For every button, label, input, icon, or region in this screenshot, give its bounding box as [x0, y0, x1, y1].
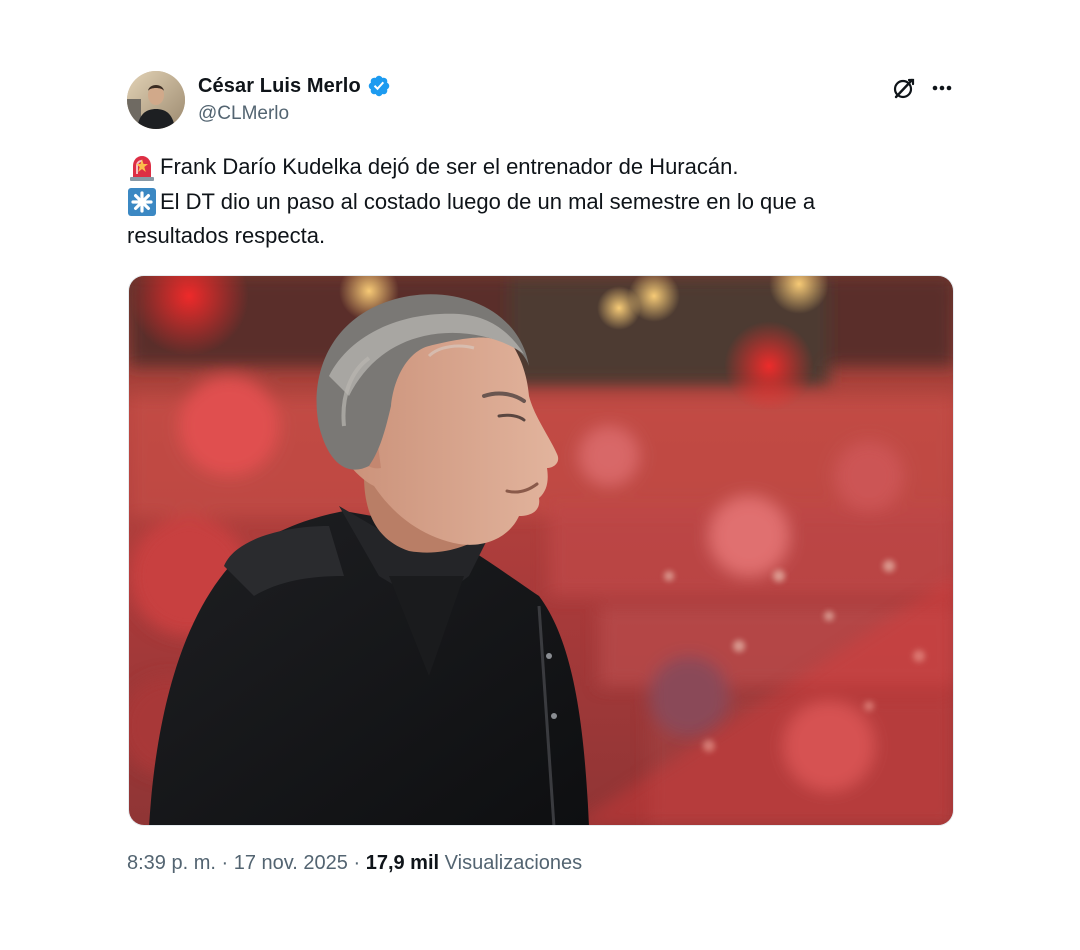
views-count: 17,9 mil — [365, 852, 440, 874]
meta-separator: · — [221, 852, 229, 874]
views-label: Visualizaciones — [444, 852, 583, 874]
eight-spoked-asterisk-icon — [128, 187, 156, 216]
tweet: César Luis Merlo @CLMerlo Frank Darío Ku… — [0, 0, 1080, 950]
rotating-light-icon — [130, 156, 154, 182]
grok-icon[interactable] — [890, 74, 918, 102]
tweet-time[interactable]: 8:39 p. m. — [127, 852, 216, 874]
verified-badge-icon — [368, 75, 390, 97]
photo — [129, 276, 953, 825]
meta-separator: · — [353, 852, 361, 874]
author-handle[interactable]: @CLMerlo — [198, 103, 289, 125]
tweet-line-text: resultados respecta. — [127, 223, 326, 248]
author-name-row[interactable]: César Luis Merlo — [198, 72, 391, 100]
avatar[interactable] — [127, 71, 185, 129]
tweet-media-photo[interactable] — [128, 275, 954, 826]
tweet-date[interactable]: 17 nov. 2025 — [234, 852, 348, 874]
tweet-line-text: Frank Darío Kudelka dejó de ser el entre… — [160, 154, 739, 179]
display-name[interactable]: César Luis Merlo — [198, 75, 361, 98]
avatar-image — [127, 71, 185, 129]
more-icon[interactable] — [928, 74, 956, 102]
tweet-line: El DT dio un paso al costado luego de un… — [127, 185, 957, 220]
tweet-line-text: El DT dio un paso al costado luego de un… — [160, 188, 816, 214]
tweet-meta: 8:39 p. m. · 17 nov. 2025 · 17,9 mil Vis… — [127, 852, 582, 875]
tweet-line: Frank Darío Kudelka dejó de ser el entre… — [127, 150, 957, 185]
tweet-text: Frank Darío Kudelka dejó de ser el entre… — [127, 150, 957, 254]
tweet-line: resultados respecta. — [127, 219, 957, 254]
